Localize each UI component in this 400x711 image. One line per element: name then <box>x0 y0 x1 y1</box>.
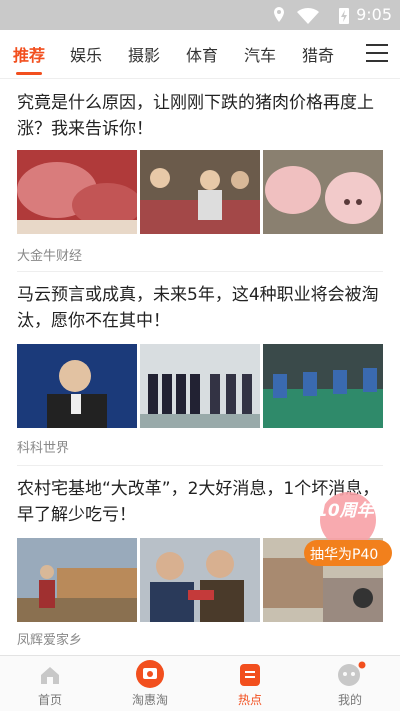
nav-hot[interactable]: 热点 <box>210 656 290 711</box>
location-icon <box>274 7 284 22</box>
article-card[interactable]: 马云预言或成真，未来5年，这4种职业将会被淘汰，愿你不在其中！ 科科世界 <box>0 272 400 466</box>
nav-home[interactable]: 首页 <box>10 656 90 711</box>
article-source: 大金牛财经 <box>17 249 83 264</box>
profile-icon <box>338 661 366 686</box>
article-images[interactable] <box>17 344 383 428</box>
nav-label: 我的 <box>337 693 362 707</box>
promo-subtitle: 抽华为P40 <box>310 547 379 563</box>
home-icon <box>41 667 59 684</box>
tab-sports[interactable]: 体育 <box>186 42 218 66</box>
status-bar: 9:05 <box>0 0 400 30</box>
battery-icon <box>339 8 349 24</box>
status-time: 9:05 <box>356 5 392 24</box>
article-title[interactable]: 究竟是什么原因，让刚刚下跌的猪肉价格再度上涨？我来告诉你！ <box>17 90 383 142</box>
promo-badge[interactable]: 10周年 抽华为P40 <box>300 490 394 570</box>
article-title[interactable]: 马云预言或成真，未来5年，这4种职业将会被淘汰，愿你不在其中！ <box>17 282 383 334</box>
article-image[interactable] <box>17 344 137 428</box>
nav-label: 淘惠淘 <box>131 693 168 707</box>
tab-auto[interactable]: 汽车 <box>244 42 276 66</box>
hot-news-icon <box>240 664 260 686</box>
article-image[interactable] <box>17 538 137 622</box>
wifi-icon <box>297 8 319 24</box>
article-image[interactable] <box>263 344 383 428</box>
article-image[interactable] <box>17 150 137 234</box>
nav-mine[interactable]: 我的 <box>310 656 390 711</box>
article-images[interactable] <box>17 150 383 234</box>
article-image[interactable] <box>140 344 260 428</box>
tab-photography[interactable]: 摄影 <box>128 42 160 66</box>
bottom-nav: 首页 淘惠淘 热点 我的 <box>0 655 400 711</box>
article-image[interactable] <box>140 150 260 234</box>
article-source: 凤辉爱家乡 <box>17 633 83 648</box>
tab-entertainment[interactable]: 娱乐 <box>70 42 102 66</box>
tab-recommend[interactable]: 推荐 <box>13 42 45 66</box>
category-tabs: 推荐 娱乐 摄影 体育 汽车 猎奇 <box>0 30 400 79</box>
nav-label: 热点 <box>237 693 262 707</box>
menu-icon[interactable] <box>366 44 388 64</box>
article-image[interactable] <box>263 150 383 234</box>
article-image[interactable] <box>140 538 260 622</box>
nav-taohuitao[interactable]: 淘惠淘 <box>110 656 190 711</box>
article-source: 科科世界 <box>17 441 70 456</box>
taohuitao-icon <box>136 660 164 688</box>
nav-label: 首页 <box>37 693 62 707</box>
tab-active-indicator <box>16 72 42 75</box>
article-card[interactable]: 究竟是什么原因，让刚刚下跌的猪肉价格再度上涨？我来告诉你！ 大金牛财经 <box>0 78 400 272</box>
promo-title: 10周年 <box>316 501 374 521</box>
tab-curiosities[interactable]: 猎奇 <box>302 42 334 66</box>
